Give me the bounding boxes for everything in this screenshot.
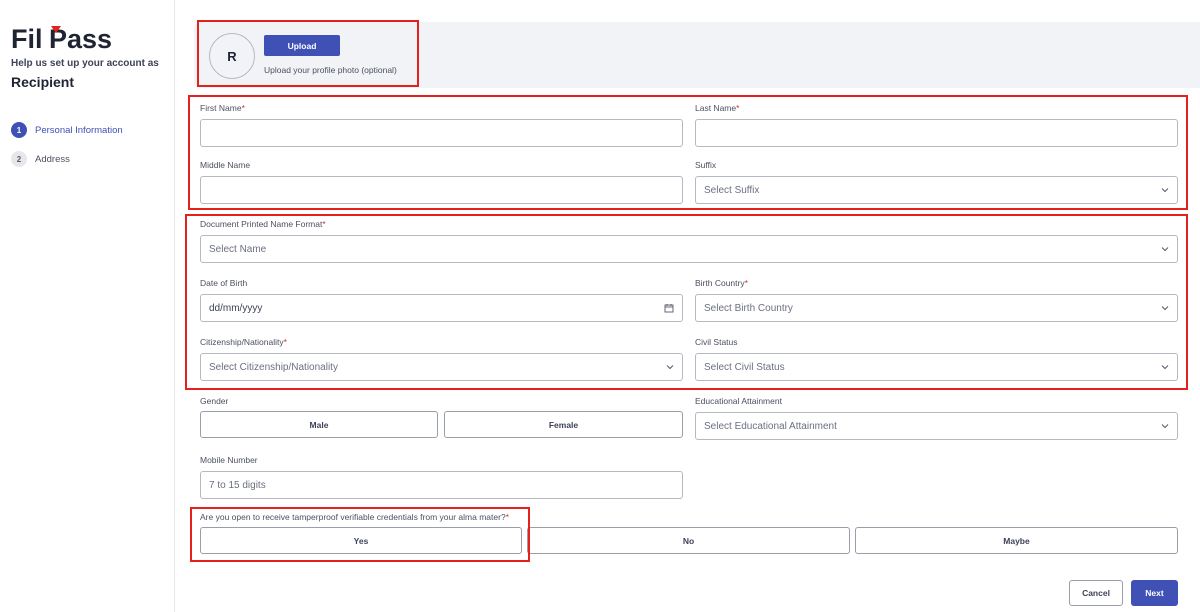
chevron-down-icon <box>1161 306 1169 311</box>
first-name-label: First Name* <box>200 103 245 113</box>
step-personal-information[interactable]: 1 Personal Information <box>11 122 123 138</box>
step-label: Personal Information <box>35 124 123 136</box>
chevron-down-icon <box>1161 365 1169 370</box>
step-number: 1 <box>11 122 27 138</box>
suffix-label: Suffix <box>695 160 717 170</box>
citizenship-placeholder: Select Citizenship/Nationality <box>209 361 338 373</box>
date-of-birth-label: Date of Birth <box>200 278 248 288</box>
avatar: R <box>209 33 255 79</box>
credentials-yes-button[interactable]: Yes <box>200 527 522 554</box>
gender-male-button[interactable]: Male <box>200 411 438 438</box>
mobile-number-field[interactable] <box>200 471 683 499</box>
first-name-input[interactable] <box>209 127 674 139</box>
civil-status-label: Civil Status <box>695 337 738 347</box>
credentials-maybe-button[interactable]: Maybe <box>855 527 1178 554</box>
suffix-placeholder: Select Suffix <box>704 184 760 196</box>
civil-status-placeholder: Select Civil Status <box>704 361 785 373</box>
main-content: R Upload Upload your profile photo (opti… <box>176 0 1200 612</box>
step-label: Address <box>35 153 70 165</box>
name-format-label: Document Printed Name Format* <box>200 219 326 229</box>
first-name-field[interactable] <box>200 119 683 147</box>
gender-female-button[interactable]: Female <box>444 411 683 438</box>
civil-status-select[interactable]: Select Civil Status <box>695 353 1178 381</box>
citizenship-select[interactable]: Select Citizenship/Nationality <box>200 353 683 381</box>
svg-text:Fil: Fil <box>11 24 43 53</box>
education-label: Educational Attainment <box>695 396 782 406</box>
chevron-down-icon <box>1161 247 1169 252</box>
calendar-icon[interactable] <box>664 303 674 313</box>
middle-name-label: Middle Name <box>200 160 251 170</box>
upload-hint: Upload your profile photo (optional) <box>264 65 397 75</box>
step-address[interactable]: 2 Address <box>11 151 70 167</box>
date-of-birth-placeholder: dd/mm/yyyy <box>209 302 263 314</box>
birth-country-placeholder: Select Birth Country <box>704 302 793 314</box>
chevron-down-icon <box>1161 424 1169 429</box>
mobile-number-input[interactable] <box>209 479 674 491</box>
chevron-down-icon <box>1161 188 1169 193</box>
name-format-placeholder: Select Name <box>209 243 267 255</box>
middle-name-field[interactable] <box>200 176 683 204</box>
cancel-button[interactable]: Cancel <box>1069 580 1123 606</box>
setup-subtitle: Help us set up your account as <box>11 58 159 69</box>
profile-photo-panel <box>194 22 1200 88</box>
middle-name-input[interactable] <box>209 184 674 196</box>
last-name-field[interactable] <box>695 119 1178 147</box>
sidebar: Fil Pass Help us set up your account as … <box>0 0 175 612</box>
birth-country-select[interactable]: Select Birth Country <box>695 294 1178 322</box>
credentials-question-label: Are you open to receive tamperproof veri… <box>200 512 509 522</box>
citizenship-label: Citizenship/Nationality* <box>200 337 287 347</box>
education-select[interactable]: Select Educational Attainment <box>695 412 1178 440</box>
logo-mark: Fil Pass <box>11 24 112 53</box>
credentials-no-button[interactable]: No <box>527 527 850 554</box>
suffix-select[interactable]: Select Suffix <box>695 176 1178 204</box>
step-number: 2 <box>11 151 27 167</box>
account-role: Recipient <box>11 74 75 90</box>
education-placeholder: Select Educational Attainment <box>704 420 837 432</box>
gender-label: Gender <box>200 396 229 406</box>
name-format-select[interactable]: Select Name <box>200 235 1178 263</box>
chevron-down-icon <box>666 365 674 370</box>
last-name-label: Last Name* <box>695 103 740 113</box>
last-name-input[interactable] <box>704 127 1169 139</box>
next-button[interactable]: Next <box>1131 580 1178 606</box>
birth-country-label: Birth Country* <box>695 278 748 288</box>
date-of-birth-field[interactable]: dd/mm/yyyy <box>200 294 683 322</box>
upload-button[interactable]: Upload <box>264 35 340 56</box>
mobile-number-label: Mobile Number <box>200 455 258 465</box>
filpass-logo: Fil Pass <box>11 22 121 54</box>
